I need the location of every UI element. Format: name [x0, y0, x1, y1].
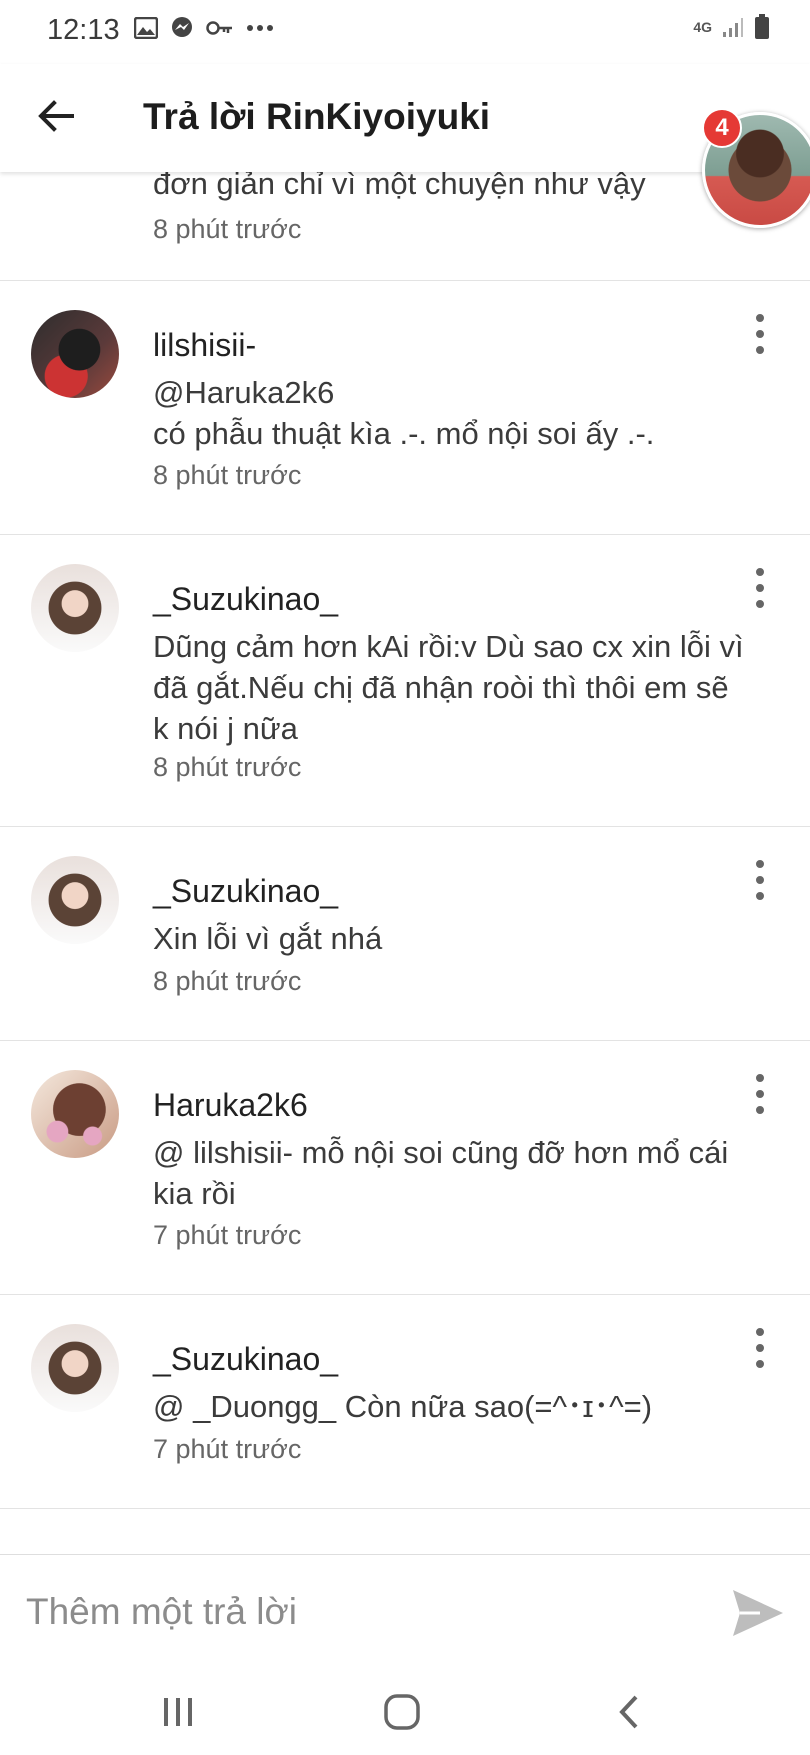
- comment-list[interactable]: đơn giản chỉ vì một chuyện như vậy 8 phú…: [0, 172, 810, 1554]
- more-options-icon[interactable]: [750, 1328, 770, 1368]
- back-arrow-icon[interactable]: [34, 94, 78, 138]
- comment-username[interactable]: _Suzukinao_: [153, 873, 338, 910]
- status-bar: 12:13 4G: [0, 0, 810, 64]
- avatar[interactable]: [31, 856, 119, 944]
- comment-time: 7 phút trước: [153, 1220, 302, 1250]
- comment-username[interactable]: _Suzukinao_: [153, 581, 338, 618]
- comment-time: 8 phút trước: [153, 752, 302, 782]
- reply-input[interactable]: [24, 1583, 718, 1641]
- comment-line: đã gắt.Nếu chị đã nhận roòi thì thôi em …: [153, 670, 729, 705]
- comment-text: đơn giản chỉ vì một chuyện như vậy: [153, 172, 646, 201]
- send-icon[interactable]: [730, 1587, 786, 1639]
- comment-item: Haruka2k6 @ lilshisii- mỗ nội soi cũng đ…: [0, 1040, 810, 1295]
- comment-line: k nói j nữa: [153, 711, 298, 746]
- comment-line: @ lilshisii- mỗ nội soi cũng đỡ hơn mổ c…: [153, 1135, 729, 1170]
- comment-line: @Haruka2k6: [153, 375, 335, 410]
- more-options-icon[interactable]: [750, 1074, 770, 1114]
- chat-head-bubble[interactable]: 4: [700, 108, 810, 228]
- notification-icons: [134, 16, 274, 40]
- comment-body: Xin lỗi vì gắt nhá: [153, 918, 785, 959]
- comment-time: 8 phút trước: [153, 214, 302, 244]
- comment-line: Xin lỗi vì gắt nhá: [153, 921, 383, 956]
- comment-time: 8 phút trước: [153, 966, 302, 996]
- comment-line: @ _Duongg_ Còn nữa sao(=^･ɪ･^=): [153, 1389, 653, 1424]
- key-icon: [206, 21, 232, 35]
- comment-time: 7 phút trước: [153, 1434, 302, 1464]
- comment-body: @ _Duongg_ Còn nữa sao(=^･ɪ･^=): [153, 1386, 785, 1427]
- comment-username[interactable]: lilshisii-: [153, 327, 256, 364]
- avatar[interactable]: [31, 310, 119, 398]
- app-bar: Trả lời RinKiyoiyuki: [0, 64, 810, 172]
- more-options-icon[interactable]: [750, 568, 770, 608]
- comment-username[interactable]: _Suzukinao_: [153, 1341, 338, 1378]
- back-nav-icon[interactable]: [608, 1692, 652, 1732]
- comment-line: có phẫu thuật kìa .-. mổ nội soi ấy .-.: [153, 416, 655, 451]
- comment-item: _Suzukinao_ Dũng cảm hơn kAi rồi:v Dù sa…: [0, 534, 810, 827]
- recent-apps-icon[interactable]: [156, 1692, 200, 1732]
- avatar[interactable]: [31, 1324, 119, 1412]
- comment-line: kia rồi: [153, 1176, 236, 1211]
- chat-head-badge: 4: [702, 108, 742, 148]
- more-dots-icon: [247, 25, 273, 31]
- messenger-icon: [172, 17, 192, 37]
- comment-body: @Haruka2k6 có phẫu thuật kìa .-. mổ nội …: [153, 372, 785, 454]
- image-icon: [134, 17, 158, 39]
- comment-item: lilshisii- @Haruka2k6 có phẫu thuật kìa …: [0, 280, 810, 535]
- comment-body: Dũng cảm hơn kAi rồi:v Dù sao cx xin lỗi…: [153, 626, 785, 749]
- comment-item: _Suzukinao_ @ _Duongg_ Còn nữa sao(=^･ɪ･…: [0, 1294, 810, 1509]
- avatar[interactable]: [31, 564, 119, 652]
- network-type-label: 4G: [693, 19, 712, 35]
- more-options-icon[interactable]: [750, 314, 770, 354]
- signal-icon: [723, 18, 743, 37]
- battery-icon: [755, 14, 769, 39]
- avatar[interactable]: [31, 1070, 119, 1158]
- comment-body: @ lilshisii- mỗ nội soi cũng đỡ hơn mổ c…: [153, 1132, 785, 1214]
- status-time: 12:13: [47, 14, 120, 46]
- page-title: Trả lời RinKiyoiyuki: [143, 96, 491, 137]
- home-icon[interactable]: [380, 1692, 424, 1732]
- system-nav-bar: [0, 1670, 810, 1755]
- system-icons: 4G: [693, 14, 770, 40]
- comment-item: _Suzukinao_ Xin lỗi vì gắt nhá 8 phút tr…: [0, 826, 810, 1041]
- comment-line: Dũng cảm hơn kAi rồi:v Dù sao cx xin lỗi…: [153, 629, 744, 664]
- reply-bar: [0, 1554, 810, 1671]
- more-options-icon[interactable]: [750, 860, 770, 900]
- comment-username[interactable]: Haruka2k6: [153, 1087, 308, 1124]
- comment-partial: đơn giản chỉ vì một chuyện như vậy 8 phú…: [0, 172, 810, 281]
- comment-time: 8 phút trước: [153, 460, 302, 490]
